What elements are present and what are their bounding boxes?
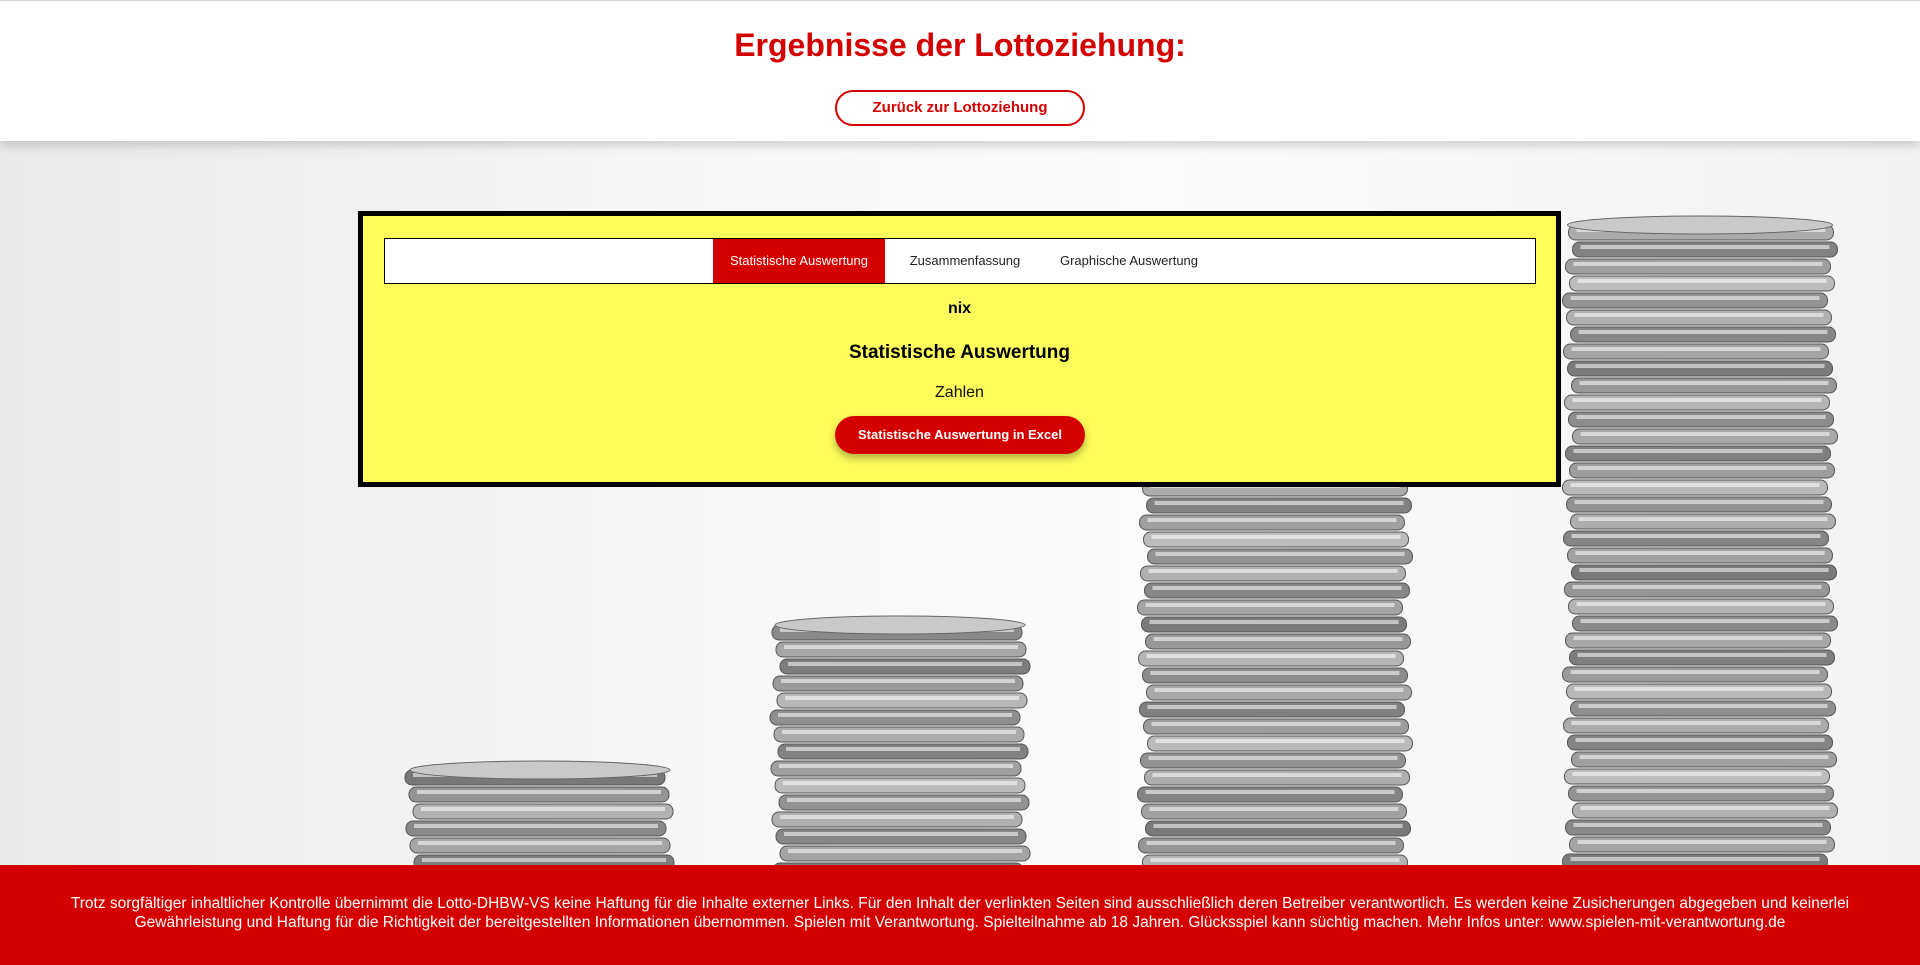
coin-stack [404,760,675,865]
nix-text: nix [947,300,972,317]
tab-graphische-auswertung[interactable]: Graphische Auswertung [1045,239,1213,283]
page-header: Ergebnisse der Lottoziehung: Zurück zur … [0,0,1920,141]
coin-stack [769,615,1031,865]
tab-zusammenfassung[interactable]: Zusammenfassung [885,239,1045,283]
tab-bar: Statistische Auswertung Zusammenfassung … [384,238,1536,284]
back-to-draw-button[interactable]: Zurück zur Lottoziehung [835,90,1085,126]
tab-statistische-auswertung[interactable]: Statistische Auswertung [713,239,885,283]
page-title: Ergebnisse der Lottoziehung: [734,27,1186,63]
excel-export-button[interactable]: Statistische Auswertung in Excel [835,416,1085,454]
statistics-panel: Statistische Auswertung Zusammenfassung … [358,211,1561,487]
footer: Trotz sorgfältiger inhaltlicher Kontroll… [0,865,1920,965]
coin-stack [1137,420,1413,865]
disclaimer-text: Trotz sorgfältiger inhaltlicher Kontroll… [40,894,1880,932]
section-title: Statistische Auswertung [848,342,1070,363]
coin-stack [1562,215,1838,865]
zahlen-label: Zahlen [935,384,984,401]
responsibility-link[interactable]: www.spielen-mit-verantwortung.de [1548,914,1785,931]
